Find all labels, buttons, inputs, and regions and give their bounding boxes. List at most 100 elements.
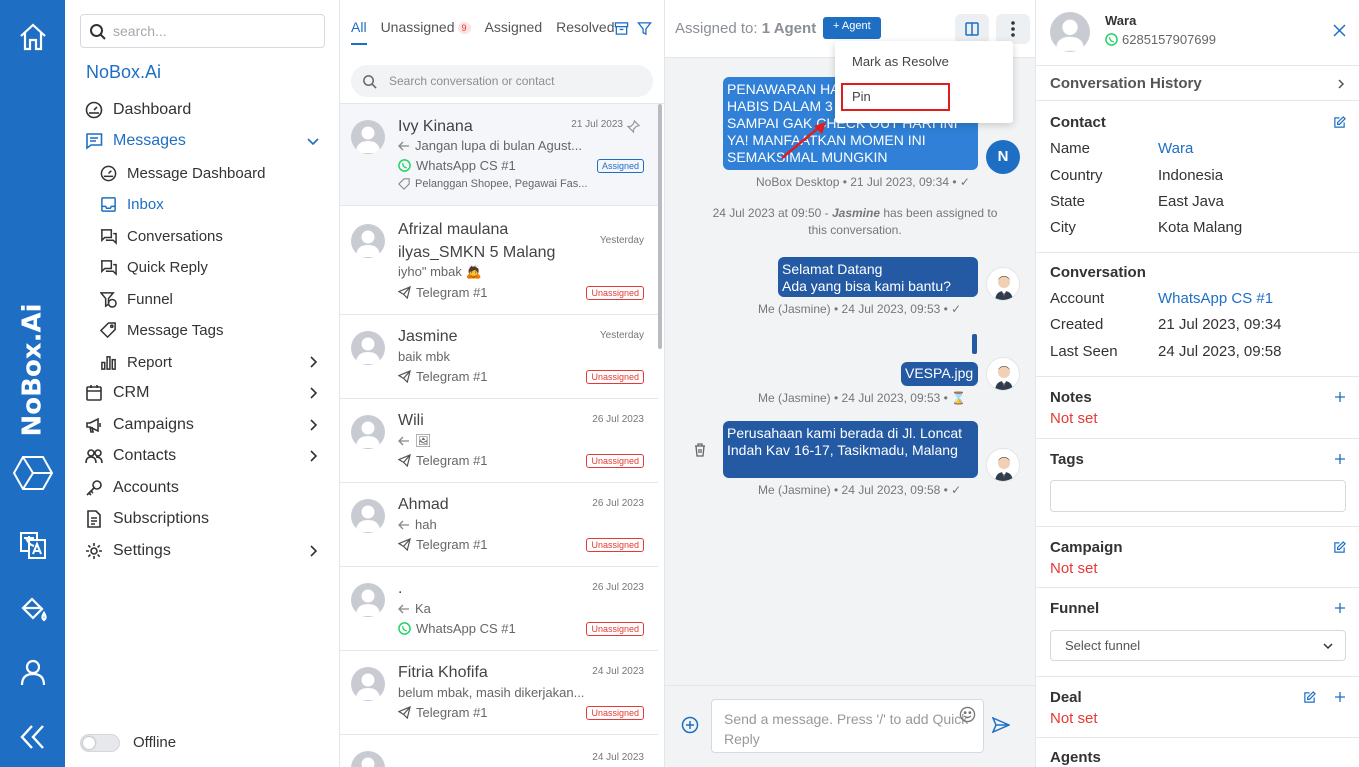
conversation-item[interactable]: . 26 Jul 2023 Ka WhatsApp CS #1 Unassign…: [340, 567, 658, 651]
avatar: [351, 499, 385, 533]
sidebar-item-subscriptions[interactable]: Subscriptions: [85, 506, 330, 532]
conversation-search-input[interactable]: Search conversation or contact: [351, 65, 653, 97]
tab-assigned[interactable]: Assigned: [485, 19, 543, 41]
agent-avatar: [986, 357, 1020, 391]
filter-icon[interactable]: [637, 21, 652, 36]
sidebar-item-crm[interactable]: CRM: [85, 380, 330, 406]
attachment-bubble[interactable]: VESPA.jpg: [901, 362, 978, 386]
add-icon[interactable]: [1334, 691, 1346, 703]
sidebar-item-dashboard[interactable]: Dashboard: [85, 97, 330, 123]
online-status-toggle[interactable]: [80, 734, 120, 752]
toggle-panel-button[interactable]: [955, 14, 989, 44]
contact-name: .: [398, 580, 403, 597]
translate-icon[interactable]: [18, 530, 48, 560]
trash-icon[interactable]: [694, 443, 706, 457]
tags-input[interactable]: [1050, 480, 1346, 512]
edit-icon[interactable]: [1333, 116, 1346, 129]
deal-section: Deal Not set: [1036, 677, 1359, 738]
message-bubble[interactable]: Selamat Datang Ada yang bisa kami bantu?: [778, 257, 978, 297]
message-input[interactable]: Send a message. Press '/' to add Quick R…: [711, 699, 984, 753]
message-preview: hah: [398, 517, 437, 532]
avatar: N: [986, 140, 1020, 174]
conversation-item[interactable]: 24 Jul 2023: [340, 735, 658, 767]
sidebar-item-quick-reply[interactable]: Quick Reply: [100, 254, 330, 280]
channel-label: Telegram #1: [398, 453, 488, 468]
pin-icon[interactable]: [627, 120, 640, 133]
tab-unassigned[interactable]: Unassigned 9: [381, 19, 471, 41]
conversation-item[interactable]: Fitria Khofifa 24 Jul 2023 belum mbak, m…: [340, 651, 658, 735]
sidebar-item-campaigns[interactable]: Campaigns: [85, 412, 330, 438]
tab-all[interactable]: All: [351, 19, 367, 45]
chevron-right-icon: [310, 545, 318, 557]
list-scrollbar[interactable]: [658, 104, 662, 349]
calendar-icon: [86, 385, 102, 401]
contact-name: Jasmine: [398, 328, 458, 345]
menu-item-mark-resolve[interactable]: Mark as Resolve: [852, 54, 949, 69]
conversation-item[interactable]: Ivy Kinana 21 Jul 2023 Jangan lupa di bu…: [340, 104, 658, 206]
conversation-item[interactable]: Jasmine Yesterday baik mbk Telegram #1 U…: [340, 315, 658, 399]
contact-name: Ahmad: [398, 496, 449, 513]
edit-icon[interactable]: [1303, 691, 1316, 704]
agent-avatar: [986, 267, 1020, 301]
tab-resolved[interactable]: Resolved: [556, 19, 614, 41]
sidebar-item-message-tags[interactable]: Message Tags: [100, 317, 330, 343]
account-link[interactable]: WhatsApp CS #1: [1158, 290, 1273, 307]
funnel-section: Funnel Select funnel: [1036, 588, 1359, 677]
conversation-date: Yesterday: [599, 330, 644, 341]
gear-icon: [86, 543, 102, 559]
sidebar-item-funnel[interactable]: Funnel: [100, 286, 330, 312]
conversation-item[interactable]: Wili 26 Jul 2023 🖼 Telegram #1 Unassigne…: [340, 399, 658, 483]
system-message: 24 Jul 2023 at 09:50 - Jasmine has been …: [712, 206, 998, 237]
sidebar-item-inbox[interactable]: Inbox: [100, 191, 330, 217]
user-icon[interactable]: [18, 657, 48, 687]
message-preview: belum mbak, masih dikerjakan...: [398, 685, 585, 700]
add-agent-button[interactable]: + Agent: [823, 17, 881, 39]
edit-icon[interactable]: [1333, 541, 1346, 554]
chevron-right-icon: [1338, 79, 1345, 89]
more-options-button[interactable]: [996, 14, 1030, 44]
chevron-right-icon: [310, 356, 318, 368]
brand-name: NoBox.Ai: [86, 62, 162, 82]
sidebar-item-settings[interactable]: Settings: [85, 538, 330, 564]
conversation-history-row[interactable]: Conversation History: [1036, 66, 1359, 101]
sidebar-item-message-dashboard[interactable]: Message Dashboard: [100, 160, 330, 186]
channel-label: Telegram #1: [398, 705, 488, 720]
conversation-date: Yesterday: [599, 235, 644, 246]
conversation-item[interactable]: Afrizal maulana ilyas_SMKN 5 Malang Yest…: [340, 206, 658, 315]
send-icon[interactable]: [992, 717, 1010, 733]
unassigned-count-badge: 9: [457, 22, 471, 35]
status-badge: Unassigned: [586, 454, 644, 468]
channel-label: WhatsApp CS #1: [398, 621, 516, 636]
funnel-select[interactable]: Select funnel: [1050, 630, 1346, 661]
sidebar-item-accounts[interactable]: Accounts: [85, 475, 330, 501]
emoji-icon[interactable]: [959, 706, 976, 723]
sidebar-item-conversations[interactable]: Conversations: [100, 223, 330, 249]
avatar: [351, 331, 385, 365]
contact-name: Wili: [398, 412, 424, 429]
message-bubble[interactable]: Perusahaan kami berada di Jl. Loncat Ind…: [723, 421, 978, 478]
home-icon[interactable]: [18, 22, 48, 52]
contact-name-link[interactable]: Wara: [1158, 140, 1193, 157]
add-icon[interactable]: [1334, 453, 1346, 465]
avatar: [351, 583, 385, 617]
telegram-icon: [398, 454, 411, 467]
conversation-tabs: All Unassigned 9 Assigned Resolved: [351, 19, 628, 45]
add-attachment-icon[interactable]: [681, 716, 699, 734]
archive-icon[interactable]: [614, 21, 629, 36]
contact-header: Wara 6285157907699: [1036, 0, 1359, 66]
collapse-icon[interactable]: [18, 722, 48, 752]
add-icon[interactable]: [1334, 602, 1346, 614]
sidebar-item-messages[interactable]: Messages: [85, 128, 330, 154]
message-preview: iyho" mbak 🙇: [398, 264, 482, 279]
sidebar-search-input[interactable]: search...: [80, 14, 325, 48]
add-icon[interactable]: [1334, 391, 1346, 403]
paint-bucket-icon[interactable]: [18, 594, 48, 624]
image-placeholder: [972, 334, 977, 354]
close-icon[interactable]: [1333, 24, 1346, 37]
tag-icon: [398, 178, 410, 190]
status-badge: Unassigned: [586, 370, 644, 384]
sidebar-item-contacts[interactable]: Contacts: [85, 443, 330, 469]
conversation-item[interactable]: Ahmad 26 Jul 2023 hah Telegram #1 Unassi…: [340, 483, 658, 567]
telegram-icon: [398, 538, 411, 551]
sidebar-item-report[interactable]: Report: [100, 349, 330, 375]
